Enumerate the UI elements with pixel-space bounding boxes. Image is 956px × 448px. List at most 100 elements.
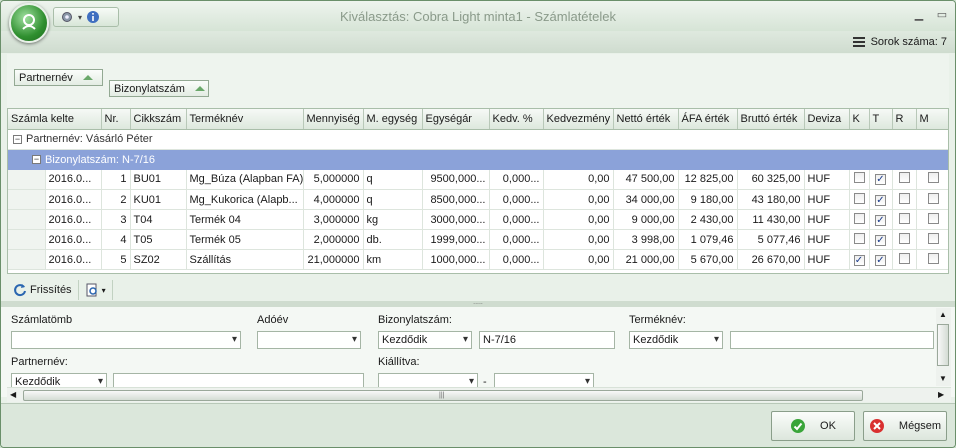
table-row[interactable]: 2016.0... 5 SZ02 Szállítás 21,000000 km 1000,0… bbox=[8, 249, 948, 270]
cell-net[interactable]: 21 000,00 bbox=[613, 249, 679, 270]
cell-net[interactable]: 34 000,00 bbox=[613, 189, 679, 210]
cell-date[interactable]: 2016.0... bbox=[45, 229, 102, 250]
column-header[interactable]: M bbox=[916, 109, 948, 130]
cell-qty[interactable]: 21,000000 bbox=[303, 249, 364, 270]
cell-disc_pct[interactable]: 0,000... bbox=[489, 249, 544, 270]
cell-gross[interactable]: 60 325,00 bbox=[737, 169, 805, 190]
cell-price[interactable]: 3000,000... bbox=[422, 209, 490, 230]
column-header[interactable]: Kedvezmény bbox=[543, 109, 614, 130]
cell-nr[interactable]: 1 bbox=[101, 169, 131, 190]
cell-net[interactable]: 9 000,00 bbox=[613, 209, 679, 230]
column-header[interactable]: M. egység bbox=[363, 109, 423, 130]
checkbox-m[interactable] bbox=[927, 212, 939, 224]
scroll-thumb[interactable]: ||| bbox=[23, 390, 863, 401]
column-header[interactable]: Mennyiség bbox=[303, 109, 364, 130]
szamlatomb-select[interactable] bbox=[11, 331, 241, 349]
cell-name[interactable]: Szállítás bbox=[186, 249, 304, 270]
cell-cur[interactable]: HUF bbox=[804, 249, 850, 270]
cell-qty[interactable]: 2,000000 bbox=[303, 229, 364, 250]
checkbox-m[interactable] bbox=[927, 252, 939, 264]
cell-cur[interactable]: HUF bbox=[804, 189, 850, 210]
cell-code[interactable]: KU01 bbox=[130, 189, 187, 210]
cell-disc[interactable]: 0,00 bbox=[543, 169, 614, 190]
cell-disc[interactable]: 0,00 bbox=[543, 229, 614, 250]
cell-vat[interactable]: 5 670,00 bbox=[678, 249, 738, 270]
column-header[interactable]: ÁFA érték bbox=[678, 109, 738, 130]
bizonylat-operator-select[interactable]: Kezdődik bbox=[378, 331, 472, 349]
cell-qty[interactable]: 3,000000 bbox=[303, 209, 364, 230]
cell-date[interactable]: 2016.0... bbox=[45, 209, 102, 230]
cell-date[interactable]: 2016.0... bbox=[45, 249, 102, 270]
column-header[interactable]: Nettó érték bbox=[613, 109, 679, 130]
cell-name[interactable]: Mg_Búza (Alapban FA) bbox=[186, 169, 304, 190]
termeknev-operator-select[interactable]: Kezdődik bbox=[629, 331, 723, 349]
cell-unit[interactable]: q bbox=[363, 189, 423, 210]
cell-vat[interactable]: 9 180,00 bbox=[678, 189, 738, 210]
ok-button[interactable]: OK bbox=[771, 411, 855, 441]
filter-horizontal-scrollbar[interactable]: ◀ ||| ▶ bbox=[7, 387, 951, 402]
checkbox-r[interactable] bbox=[898, 232, 910, 244]
cell-price[interactable]: 1999,000... bbox=[422, 229, 490, 250]
termeknev-input[interactable] bbox=[730, 331, 934, 349]
scroll-thumb[interactable] bbox=[937, 324, 949, 366]
checkbox-r[interactable] bbox=[898, 192, 910, 204]
checkbox-t[interactable]: ✓ bbox=[875, 234, 886, 246]
cell-date[interactable]: 2016.0... bbox=[45, 169, 102, 190]
checkbox-k[interactable] bbox=[853, 192, 865, 204]
bizonylat-input[interactable]: N-7/16 bbox=[479, 331, 615, 349]
adoev-select[interactable] bbox=[257, 331, 361, 349]
scroll-left-icon[interactable]: ◀ bbox=[10, 390, 16, 399]
cell-unit[interactable]: q bbox=[363, 169, 423, 190]
cell-code[interactable]: T05 bbox=[130, 229, 187, 250]
cell-gross[interactable]: 43 180,00 bbox=[737, 189, 805, 210]
checkbox-t[interactable]: ✓ bbox=[875, 254, 886, 266]
cell-net[interactable]: 47 500,00 bbox=[613, 169, 679, 190]
cell-vat[interactable]: 12 825,00 bbox=[678, 169, 738, 190]
cell-name[interactable]: Termék 04 bbox=[186, 209, 304, 230]
checkbox-k[interactable]: ✓ bbox=[853, 254, 865, 266]
table-row[interactable]: 2016.0... 1 BU01 Mg_Búza (Alapban FA) 5,0000… bbox=[8, 169, 948, 190]
checkbox-k[interactable] bbox=[853, 212, 865, 224]
cell-nr[interactable]: 5 bbox=[101, 249, 131, 270]
cell-disc_pct[interactable]: 0,000... bbox=[489, 189, 544, 210]
collapse-icon[interactable]: − bbox=[32, 155, 41, 164]
cell-disc_pct[interactable]: 0,000... bbox=[489, 209, 544, 230]
checkbox-r[interactable] bbox=[898, 252, 910, 264]
cell-cur[interactable]: HUF bbox=[804, 209, 850, 230]
cell-cur[interactable]: HUF bbox=[804, 169, 850, 190]
checkbox-r[interactable] bbox=[898, 172, 910, 184]
cell-date[interactable]: 2016.0... bbox=[45, 189, 102, 210]
table-row[interactable]: 2016.0... 2 KU01 Mg_Kukorica (Alapb... 4,000… bbox=[8, 189, 948, 210]
scroll-down-icon[interactable]: ▼ bbox=[939, 374, 947, 383]
group-chip-partnernev[interactable]: Partnernév bbox=[14, 69, 103, 86]
filter-vertical-scrollbar[interactable]: ▲ ▼ bbox=[936, 308, 951, 386]
refresh-button[interactable]: Frissítés bbox=[7, 280, 79, 300]
scroll-up-icon[interactable]: ▲ bbox=[939, 310, 947, 319]
cancel-button[interactable]: Mégsem bbox=[863, 411, 947, 441]
column-header[interactable]: Egységár bbox=[422, 109, 490, 130]
cell-nr[interactable]: 4 bbox=[101, 229, 131, 250]
cell-disc[interactable]: 0,00 bbox=[543, 189, 614, 210]
checkbox-k[interactable] bbox=[853, 232, 865, 244]
column-header[interactable]: T bbox=[869, 109, 893, 130]
cell-price[interactable]: 8500,000... bbox=[422, 189, 490, 210]
checkbox-m[interactable] bbox=[927, 192, 939, 204]
cell-code[interactable]: SZ02 bbox=[130, 249, 187, 270]
cell-gross[interactable]: 11 430,00 bbox=[737, 209, 805, 230]
cell-code[interactable]: BU01 bbox=[130, 169, 187, 190]
cell-unit[interactable]: db. bbox=[363, 229, 423, 250]
export-menu-button[interactable]: ▾ bbox=[79, 280, 113, 300]
table-row[interactable]: 2016.0... 3 T04 Termék 04 3,000000 kg 3000,000… bbox=[8, 209, 948, 230]
cell-qty[interactable]: 4,000000 bbox=[303, 189, 364, 210]
cell-disc[interactable]: 0,00 bbox=[543, 209, 614, 230]
cell-disc_pct[interactable]: 0,000... bbox=[489, 229, 544, 250]
group-chip-bizonylatszam[interactable]: Bizonylatszám bbox=[109, 80, 209, 97]
cell-name[interactable]: Mg_Kukorica (Alapb... bbox=[186, 189, 304, 210]
checkbox-t[interactable]: ✓ bbox=[875, 194, 886, 206]
column-header[interactable]: Számla kelte bbox=[8, 109, 102, 130]
checkbox-m[interactable] bbox=[927, 232, 939, 244]
checkbox-k[interactable] bbox=[853, 172, 865, 184]
column-header[interactable]: Kedv. % bbox=[489, 109, 544, 130]
checkbox-r[interactable] bbox=[898, 212, 910, 224]
cell-qty[interactable]: 5,000000 bbox=[303, 169, 364, 190]
